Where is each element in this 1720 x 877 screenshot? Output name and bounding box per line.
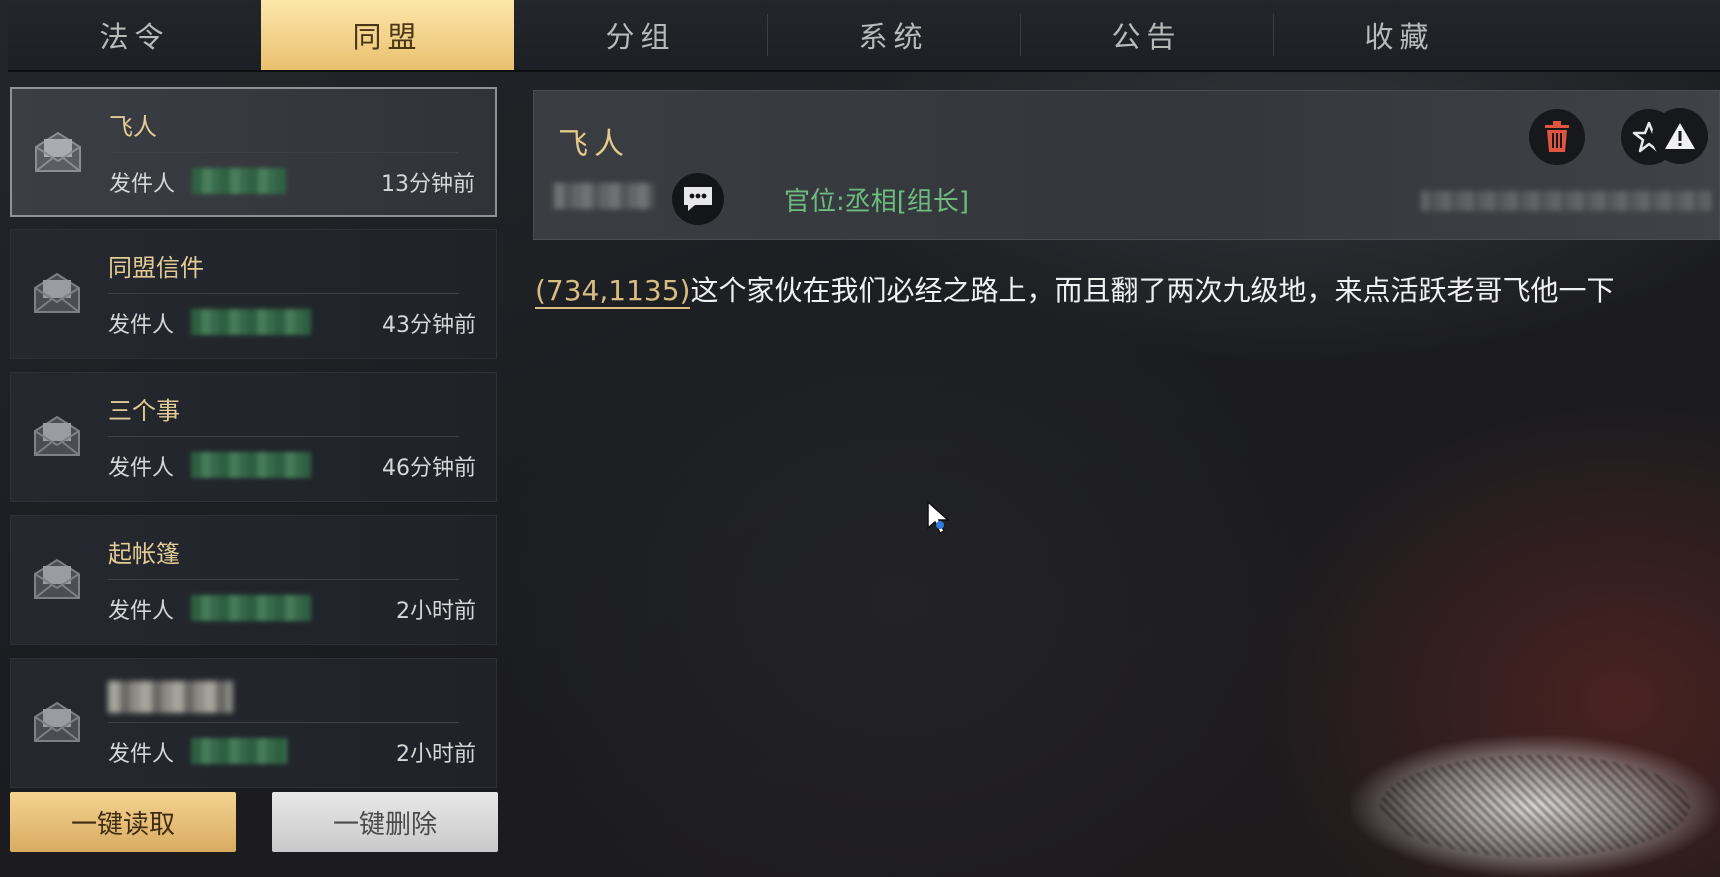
read-all-button[interactable]: 一键读取 (10, 792, 236, 852)
mail-time: 43分钟前 (382, 313, 476, 338)
mail-detail-header: 飞人 官位:丞相[组长] (533, 90, 1720, 240)
detail-title: 飞人 (558, 127, 630, 162)
tab-decree[interactable]: 法令 (8, 0, 261, 70)
envelope-icon (35, 131, 81, 172)
watermark-redacted (1350, 735, 1720, 877)
mail-item[interactable]: 三个事 发件人 46分钟前 (10, 372, 497, 502)
sender-label: 发件人 (108, 456, 175, 481)
sender-name-redacted (192, 168, 286, 194)
mail-body: (734,1135)这个家伙在我们必经之路上，而且翻了两次九级地，来点活跃老哥飞… (535, 266, 1715, 316)
mail-time: 2小时前 (396, 742, 476, 767)
tab-system[interactable]: 系统 (767, 0, 1020, 70)
report-mail-button[interactable] (1652, 108, 1708, 164)
mail-item[interactable]: 发件人 2小时前 (10, 658, 497, 788)
sender-name-redacted (191, 452, 311, 478)
mail-title: 同盟信件 (108, 254, 204, 282)
mail-item[interactable]: 起帐篷 发件人 2小时前 (10, 515, 497, 645)
detail-sender-redacted (554, 183, 654, 209)
mail-title-redacted (108, 681, 233, 713)
tab-group[interactable]: 分组 (514, 0, 767, 70)
divider (109, 152, 458, 153)
mail-item[interactable]: 飞人 发件人 13分钟前 (10, 87, 497, 217)
envelope-icon (34, 558, 80, 599)
mail-time: 46分钟前 (382, 456, 476, 481)
tab-announcement[interactable]: 公告 (1020, 0, 1273, 70)
sender-label: 发件人 (108, 742, 175, 767)
sender-label: 发件人 (109, 172, 176, 197)
mouse-cursor-icon (927, 500, 950, 535)
divider (108, 436, 459, 437)
mail-title: 飞人 (109, 113, 157, 141)
mail-time: 13分钟前 (381, 172, 475, 197)
mail-time: 2小时前 (396, 599, 476, 624)
mail-title: 起帐篷 (108, 540, 180, 568)
sender-label: 发件人 (108, 599, 175, 624)
sender-label: 发件人 (108, 313, 175, 338)
tab-favorites[interactable]: 收藏 (1273, 0, 1526, 70)
warning-icon (1665, 123, 1695, 149)
divider (108, 293, 459, 294)
chat-bubble-icon (684, 187, 712, 211)
divider (108, 722, 459, 723)
message-text: 这个家伙在我们必经之路上，而且翻了两次九级地，来点活跃老哥飞他一下 (690, 274, 1615, 307)
chat-button[interactable] (672, 173, 724, 225)
mail-item[interactable]: 同盟信件 发件人 43分钟前 (10, 229, 497, 359)
timestamp-redacted (1421, 191, 1711, 211)
mail-title: 三个事 (108, 397, 180, 425)
envelope-icon (34, 272, 80, 313)
sender-rank: 官位:丞相[组长] (784, 187, 970, 217)
tab-alliance[interactable]: 同盟 (261, 0, 514, 70)
delete-mail-button[interactable] (1529, 109, 1585, 165)
trash-icon (1545, 121, 1569, 152)
coordinate-link[interactable]: (734,1135) (535, 274, 691, 309)
mail-category-tabs: 法令 同盟 分组 系统 公告 收藏 (8, 0, 1720, 72)
envelope-icon (34, 415, 80, 456)
sender-name-redacted (191, 595, 311, 621)
delete-all-button[interactable]: 一键删除 (272, 792, 498, 852)
envelope-icon (34, 701, 80, 742)
sender-name-redacted (191, 309, 311, 335)
sender-name-redacted (191, 738, 287, 764)
divider (108, 579, 459, 580)
